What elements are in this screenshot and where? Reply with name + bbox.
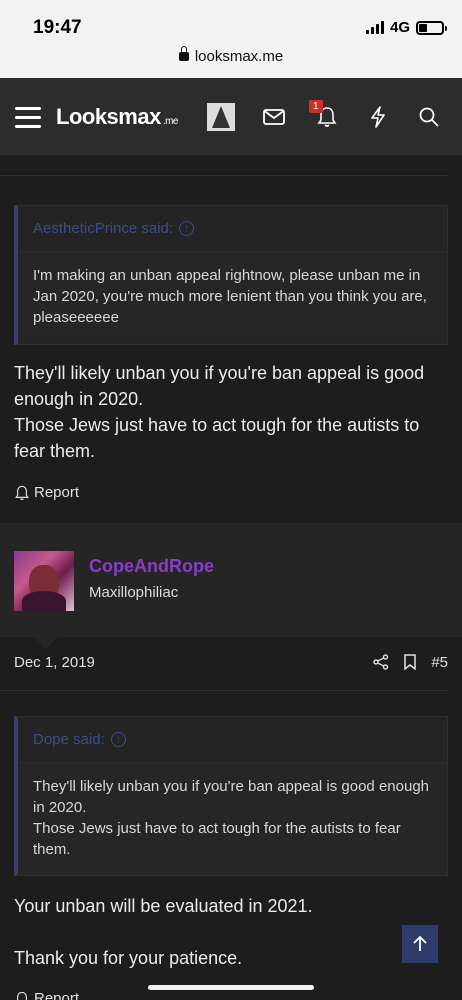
status-icons: 4G: [365, 19, 447, 36]
post-meta: Dec 1, 2019 #5: [14, 650, 448, 674]
post-body: They'll likely unban you if you're ban a…: [14, 363, 425, 461]
account-avatar[interactable]: [207, 78, 235, 156]
jump-to-quote-icon[interactable]: ↑: [179, 221, 195, 236]
quote-text: I'm making an unban appeal rightnow, ple…: [18, 252, 447, 343]
whats-new-icon[interactable]: [367, 78, 389, 156]
avatar[interactable]: [14, 551, 74, 611]
quote-block: AestheticPrince said: ↑ I'm making an unb…: [14, 205, 448, 345]
search-icon[interactable]: [418, 78, 440, 156]
lock-icon: [178, 46, 189, 61]
jump-to-quote-icon[interactable]: ↑: [110, 732, 126, 747]
home-indicator[interactable]: [148, 985, 314, 990]
bell-icon: [17, 991, 27, 1000]
menu-icon[interactable]: [14, 78, 42, 156]
signal-icon: [365, 21, 384, 34]
post-separator: [0, 523, 462, 537]
report-button[interactable]: Report: [14, 484, 79, 501]
arrow-up-icon: [413, 935, 427, 951]
bell-icon[interactable]: [316, 78, 338, 156]
quote-block: Dope said: ↑ They'll likely unban you if …: [14, 716, 448, 876]
quote-author[interactable]: AestheticPrince said: ↑: [18, 206, 447, 252]
user-card: CopeAndRope Maxillophiliac: [0, 537, 462, 637]
inbox-icon[interactable]: [263, 78, 285, 156]
post-number[interactable]: #5: [431, 654, 448, 671]
url-bar[interactable]: looksmax.me: [0, 46, 462, 65]
user-title: Maxillophiliac: [89, 584, 179, 601]
url-domain: looksmax.me: [194, 48, 284, 65]
bell-icon: [15, 485, 29, 500]
username[interactable]: CopeAndRope: [89, 556, 214, 577]
scroll-to-top-button[interactable]: [402, 925, 438, 963]
user-card-pointer: [34, 637, 58, 649]
post-date[interactable]: Dec 1, 2019: [14, 654, 95, 671]
battery-icon: [416, 20, 447, 35]
status-bar: 19:47 4G looksmax.me: [0, 0, 462, 78]
alerts-badge: 1: [309, 100, 323, 113]
quote-text: They'll likely unban you if you're ban a…: [18, 763, 447, 875]
post-body: Your unban will be evaluated in 2021. Th…: [14, 896, 313, 968]
site-logo[interactable]: Looksmax .me: [56, 78, 179, 156]
bookmark-icon[interactable]: [403, 654, 417, 670]
network-type: 4G: [389, 19, 410, 36]
divider: [0, 175, 448, 176]
share-icon[interactable]: [373, 654, 389, 670]
quote-author[interactable]: Dope said: ↑: [18, 717, 447, 763]
status-time: 19:47: [33, 17, 82, 38]
divider: [0, 690, 448, 691]
site-navbar: Looksmax .me: [0, 78, 462, 156]
report-button[interactable]: Report: [14, 990, 79, 1000]
